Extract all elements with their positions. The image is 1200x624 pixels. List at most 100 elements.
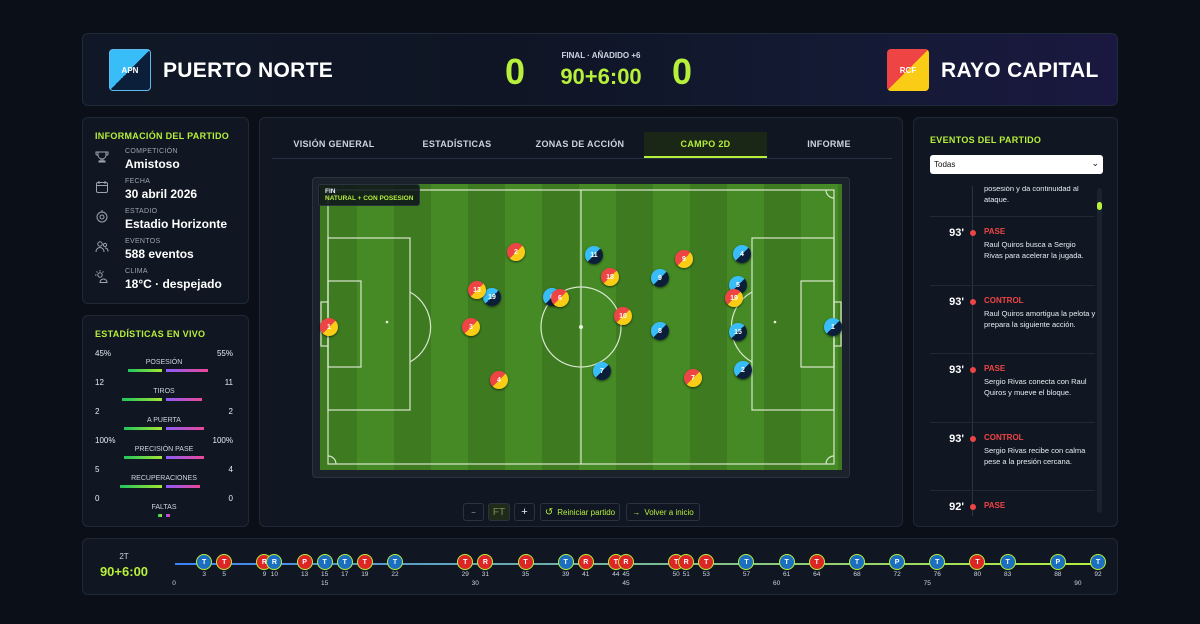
live-stat-row: 100% 100% PRECISIÓN PASE (91, 436, 237, 464)
back-home-button[interactable]: → Volver a inicio (626, 503, 700, 521)
timeline-marker-minute: 35 (521, 571, 530, 578)
events-title: EVENTOS DEL PARTIDO (930, 135, 1042, 145)
timeline-marker[interactable]: T (778, 554, 795, 570)
ft-button[interactable]: FT (488, 503, 510, 521)
timeline-marker[interactable]: P (889, 554, 906, 570)
home-stat-bar (124, 427, 162, 430)
stadium-icon (95, 210, 111, 226)
timeline-marker-minute: 13 (300, 571, 309, 578)
home-player-9[interactable]: 9 (651, 269, 669, 287)
away-player-4[interactable]: 4 (490, 371, 508, 389)
timeline-marker-minute: 68 (853, 571, 861, 578)
away-player-13[interactable]: 13 (468, 281, 486, 299)
event-item[interactable]: 92' PASE (930, 501, 1100, 516)
live-stats-title: ESTADÍSTICAS EN VIVO (95, 329, 206, 339)
home-player-1[interactable]: 1 (824, 318, 842, 336)
chevron-down-icon: ⌄ (1091, 158, 1099, 168)
zoom-in-button[interactable]: + (514, 503, 535, 521)
timeline-marker[interactable]: T (1090, 554, 1106, 570)
restart-match-button[interactable]: ↺ Reiniciar partido (540, 503, 620, 521)
pitch-mode-badge: FIN NATURAL + CON POSESION (318, 184, 421, 206)
home-player-11[interactable]: 11 (585, 246, 603, 264)
away-score: 0 (672, 51, 693, 92)
event-divider (930, 490, 1095, 491)
away-player-9[interactable]: 9 (675, 250, 693, 268)
people-icon (95, 240, 111, 256)
away-player-3[interactable]: 3 (462, 318, 480, 336)
timeline-clock: 90+6:00 (99, 564, 149, 579)
home-player-7[interactable]: 7 (593, 362, 611, 380)
away-stat-bar (166, 456, 204, 459)
timeline-marker[interactable]: T (336, 554, 353, 570)
timeline-marker-minute: 61 (783, 571, 791, 578)
zoom-out-button[interactable]: − (463, 503, 484, 521)
pitch: FIN NATURAL + CON POSESION 1 11 19 6 8 9… (318, 184, 842, 470)
timeline-marker-minute: 72 (893, 571, 901, 578)
timeline-marker-minute: 53 (702, 571, 710, 578)
tab-bar-divider (272, 158, 892, 159)
arrow-right-icon: → (632, 507, 641, 517)
home-player-15[interactable]: 15 (729, 323, 747, 341)
tab-vision-general[interactable]: VISIÓN GENERAL (275, 132, 393, 158)
away-player-1[interactable]: 1 (320, 318, 338, 336)
event-item[interactable]: 93' CONTROL Raul Quiros amortigua la pelo… (930, 296, 1100, 356)
away-player-6-overlap[interactable]: 6 (551, 289, 569, 307)
away-player-18[interactable]: 18 (601, 268, 619, 286)
live-stat-row: 0 0 FALTAS (91, 494, 237, 522)
event-item[interactable]: 93' PASE Raul Quiros busca a Sergio Rivas… (930, 227, 1100, 287)
away-stat-bar (166, 514, 170, 517)
tab-informe[interactable]: INFORME (770, 132, 888, 158)
timeline-marker[interactable]: T (386, 554, 403, 570)
timeline-marker[interactable]: T (196, 554, 213, 570)
home-player-8[interactable]: 8 (651, 322, 669, 340)
scrollbar-thumb[interactable] (1097, 202, 1102, 210)
timeline-marker-minute: 51 (682, 571, 690, 578)
timeline-marker-minute: 45 (622, 571, 630, 578)
event-divider (930, 422, 1095, 423)
event-text-partial: posesión y da continuidad al ataque. (984, 186, 1079, 204)
live-stat-row: 5 4 RECUPERACIONES (91, 465, 237, 493)
event-divider (930, 285, 1095, 286)
timeline-marker-minute: 3 (202, 571, 206, 578)
home-team-logo: APN (109, 49, 151, 91)
timeline-marker[interactable]: P (296, 554, 313, 570)
home-player-4[interactable]: 4 (733, 245, 751, 263)
match-info-panel: INFORMACIÓN DEL PARTIDO COMPETICIÓN Amis… (82, 117, 249, 304)
away-player-7[interactable]: 7 (684, 369, 702, 387)
away-player-19[interactable]: 19 (725, 289, 743, 307)
event-dot (970, 504, 976, 510)
timeline-marker[interactable]: R (577, 554, 594, 570)
timeline-marker-minute: 5 (222, 571, 227, 578)
timeline-marker[interactable]: T (316, 554, 333, 570)
event-item[interactable]: 93' CONTROL Sergio Rivas recibe con calma… (930, 433, 1100, 493)
event-item[interactable]: 93' PASE Sergio Rivas conecta con Raul Qu… (930, 364, 1100, 424)
event-dot (970, 367, 976, 373)
home-player-2[interactable]: 2 (734, 361, 752, 379)
timeline-marker[interactable]: T (557, 554, 574, 570)
events-panel: EVENTOS DEL PARTIDO Todas ⌄ posesión y d… (913, 117, 1118, 527)
timeline-marker[interactable]: T (848, 554, 865, 570)
tab-campo-2d[interactable]: CAMPO 2D (644, 132, 767, 158)
tab-zonas-accion[interactable]: ZONAS DE ACCIÓN (521, 132, 639, 158)
event-dot (970, 299, 976, 305)
away-player-10[interactable]: 10 (614, 307, 632, 325)
timeline-marker[interactable]: T (999, 554, 1016, 570)
events-filter-select[interactable]: Todas ⌄ (930, 155, 1103, 174)
timeline-marker[interactable]: T (808, 554, 825, 570)
live-stat-row: 12 11 TIROS (91, 378, 237, 406)
live-stats-panel: ESTADÍSTICAS EN VIVO 45% 55% POSESIÓN 12 11 T… (82, 315, 249, 527)
away-player-2[interactable]: 2 (507, 243, 525, 261)
timeline-marker[interactable]: T (517, 554, 534, 570)
timeline-track (175, 563, 1103, 565)
tab-estadisticas[interactable]: ESTADÍSTICAS (398, 132, 516, 158)
away-stat-bar (166, 398, 202, 401)
timeline-marker[interactable]: P (1049, 554, 1066, 570)
events-scrollbar[interactable] (1097, 188, 1102, 513)
event-divider (930, 353, 1095, 354)
timeline-marker[interactable]: R (617, 554, 634, 570)
timeline-marker[interactable]: T (356, 554, 373, 570)
calendar-icon (95, 180, 111, 196)
timeline-axis-label: 90 (1074, 580, 1082, 587)
timeline-axis-label: 75 (923, 580, 931, 587)
home-stat-bar (124, 456, 162, 459)
